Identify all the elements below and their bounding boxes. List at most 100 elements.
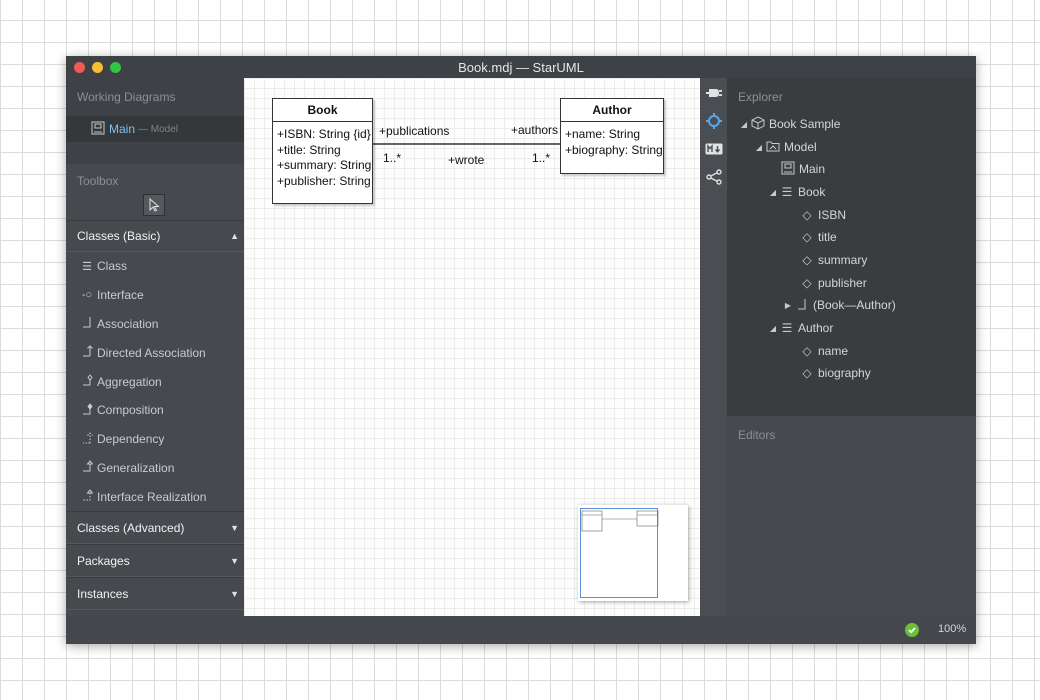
tree-item-author[interactable]: ◢ ☰ Author	[767, 317, 833, 339]
expanded-arrow-icon[interactable]: ◢	[738, 120, 750, 129]
expand-triangle-icon: ▼	[230, 522, 239, 533]
zoom-level[interactable]: 100%	[938, 623, 966, 635]
toolbox-pointer-row	[66, 192, 244, 220]
tree-item-main[interactable]: Main	[780, 158, 825, 180]
minimize-window-button[interactable]	[92, 62, 103, 73]
markdown-icon	[705, 143, 722, 155]
association-role-publications: +publications	[379, 124, 450, 138]
tool-generalization[interactable]: Generalization	[66, 454, 244, 483]
diagram-icon	[780, 161, 796, 178]
tool-interface[interactable]: -○ Interface	[66, 281, 244, 310]
interface-icon: -○	[81, 289, 93, 302]
class-box-book[interactable]: Book +ISBN: String {id} +title: String +…	[272, 98, 373, 204]
toolbox-section-classes-basic[interactable]: Classes (Basic) ▲	[66, 220, 244, 252]
section-label: Classes (Basic)	[77, 229, 161, 243]
working-diagram-name: Main	[109, 122, 136, 136]
diagram-canvas[interactable]: Book +ISBN: String {id} +title: String +…	[244, 78, 700, 616]
close-window-button[interactable]	[74, 62, 85, 73]
tree-item-model[interactable]: ◢ Model	[753, 136, 817, 158]
toolbox-section-instances[interactable]: Instances ▼	[66, 577, 244, 611]
navigator-button[interactable]	[700, 108, 727, 134]
explorer-header: Explorer	[738, 90, 783, 104]
tool-label: Association	[97, 316, 159, 331]
working-diagrams-spacer	[66, 142, 244, 164]
maximize-window-button[interactable]	[110, 62, 121, 73]
class-icon: ☰	[781, 185, 793, 199]
class-attributes: +ISBN: String {id} +title: String +summa…	[273, 122, 372, 189]
tree-item-book-author-association[interactable]: ▶ (Book—Author)	[782, 294, 896, 316]
tree-item-title[interactable]: ◇ title	[799, 226, 837, 248]
dependency-icon	[78, 431, 96, 447]
tool-dependency[interactable]: Dependency	[66, 425, 244, 454]
tree-item-book[interactable]: ◢ ☰ Book	[767, 181, 825, 203]
tool-label: Composition	[97, 403, 164, 418]
tree-item-book-sample[interactable]: ◢ Book Sample	[738, 113, 840, 135]
tool-label: Interface	[97, 288, 144, 303]
aggregation-icon	[78, 374, 96, 389]
generalization-icon	[78, 460, 96, 475]
tree-item-summary[interactable]: ◇ summary	[799, 249, 867, 271]
tree-label: title	[818, 230, 837, 244]
tool-association[interactable]: Association	[66, 310, 244, 339]
attribute-icon: ◇	[802, 276, 812, 290]
diagram-minimap[interactable]	[578, 505, 688, 601]
collapsed-arrow-icon[interactable]: ▶	[782, 301, 794, 310]
tree-item-name[interactable]: ◇ name	[799, 340, 848, 362]
side-toolbar	[700, 78, 727, 616]
window-title: Book.mdj — StarUML	[458, 59, 584, 75]
attribute-icon: ◇	[802, 230, 812, 244]
toolbox-section-packages[interactable]: Packages ▼	[66, 544, 244, 578]
expanded-arrow-icon[interactable]: ◢	[767, 188, 779, 197]
class-icon: ☰	[781, 321, 793, 335]
attribute-icon: ◇	[802, 253, 812, 267]
interface-realization-icon	[78, 489, 96, 504]
validation-ok-icon[interactable]	[905, 623, 919, 637]
cursor-arrow-icon	[149, 198, 160, 212]
tree-item-isbn[interactable]: ◇ ISBN	[799, 204, 846, 226]
association-role-authors: +authors	[511, 123, 559, 137]
class-icon: ☰	[82, 260, 92, 273]
section-label: Classes (Advanced)	[77, 520, 185, 535]
collapse-triangle-icon: ▲	[230, 231, 239, 241]
crosshair-icon	[705, 113, 722, 129]
class-name: Author	[561, 99, 663, 122]
share-button[interactable]	[700, 164, 727, 190]
association-icon	[794, 298, 810, 313]
tool-interface-realization[interactable]: Interface Realization	[66, 482, 244, 511]
minimap-preview	[581, 510, 659, 532]
extensions-button[interactable]	[700, 80, 727, 106]
diagram-icon	[91, 121, 105, 138]
tree-label: Book	[798, 185, 826, 199]
tool-label: Generalization	[97, 460, 175, 475]
class-attributes: +name: String +biography: String	[561, 122, 663, 158]
expanded-arrow-icon[interactable]: ◢	[753, 143, 765, 152]
attribute: +title: String	[277, 142, 341, 157]
select-pointer-button[interactable]	[143, 194, 165, 216]
tree-label: name	[818, 344, 849, 358]
tool-label: Interface Realization	[97, 489, 207, 504]
tool-directed-association[interactable]: Directed Association	[66, 338, 244, 367]
tree-item-biography[interactable]: ◇ biography	[799, 362, 870, 384]
tool-class[interactable]: ☰ Class	[66, 252, 244, 281]
toolbox-section-classes-advanced[interactable]: Classes (Advanced) ▼	[66, 511, 244, 545]
working-diagram-owner: — Model	[138, 123, 179, 135]
tool-aggregation[interactable]: Aggregation	[66, 367, 244, 396]
class-box-author[interactable]: Author +name: String +biography: String	[560, 98, 664, 174]
tree-item-publisher[interactable]: ◇ publisher	[799, 272, 866, 294]
tree-label: summary	[818, 253, 868, 267]
attribute: +biography: String	[565, 142, 663, 157]
expanded-arrow-icon[interactable]: ◢	[767, 324, 779, 333]
plug-icon	[705, 89, 722, 97]
title-bar: Book.mdj — StarUML	[66, 56, 976, 78]
tool-composition[interactable]: Composition	[66, 396, 244, 425]
markdown-button[interactable]	[700, 136, 727, 162]
tree-label: Main	[799, 162, 826, 176]
tree-label: Model	[784, 140, 817, 154]
tree-label: Author	[798, 321, 834, 335]
left-panel: Working Diagrams Main — Model Toolbox Cl…	[66, 78, 244, 616]
section-label: Packages	[77, 553, 130, 568]
toolbox-header: Toolbox	[77, 174, 119, 188]
attribute: +publisher: String	[277, 173, 371, 188]
working-diagram-item-main[interactable]: Main — Model	[66, 116, 244, 142]
composition-icon	[78, 403, 96, 418]
